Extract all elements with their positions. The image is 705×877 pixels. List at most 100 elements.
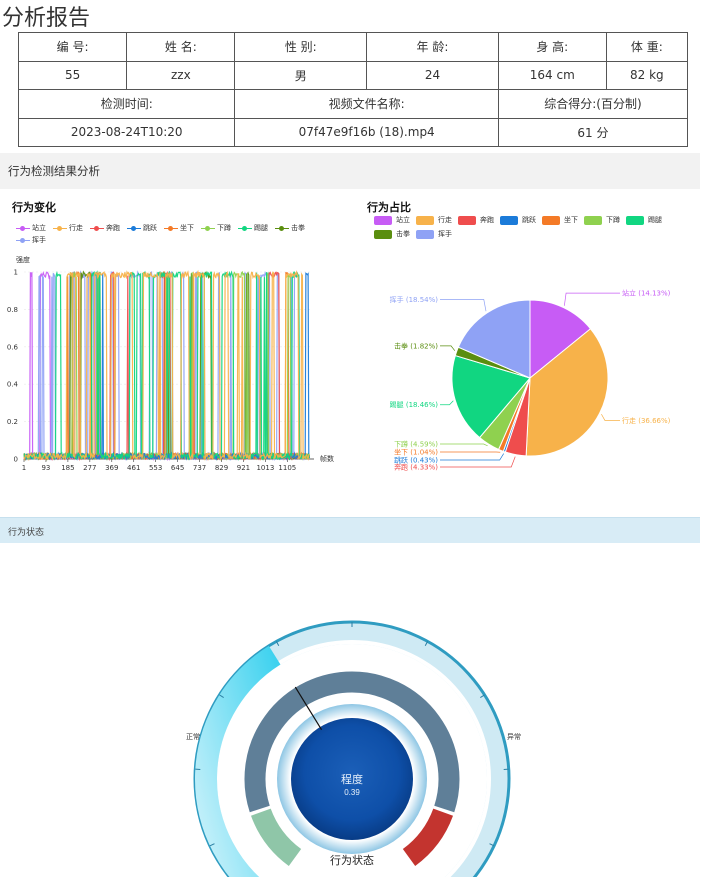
legend-label: 击拳 xyxy=(291,224,305,232)
pie-legend-label: 挥手 xyxy=(438,230,452,238)
legend-symbol xyxy=(16,237,30,244)
legend-label: 奔跑 xyxy=(106,224,120,232)
x-tick-label: 737 xyxy=(193,464,206,472)
pie-legend-item-3[interactable]: 跳跃 xyxy=(500,214,536,226)
age-header: 年 龄: xyxy=(366,32,499,62)
line-chart-legend[interactable]: 站立 行走 奔跑 跳跃 坐下 下蹲 踢腿 击拳挥手 xyxy=(16,222,346,246)
pie-label-0: 站立 (14.13%) xyxy=(622,289,671,298)
legend-item-7[interactable]: 击拳 xyxy=(275,222,305,234)
gauge-right-label: 异常 xyxy=(507,732,521,741)
x-tick-label: 921 xyxy=(237,464,250,472)
pie-legend-item-1[interactable]: 行走 xyxy=(416,214,452,226)
y-tick-label: 0 xyxy=(14,456,18,464)
legend-symbol xyxy=(16,225,30,232)
legend-symbol xyxy=(164,225,178,232)
detect-time-header: 检测时间: xyxy=(17,89,236,119)
pie-legend-label: 坐下 xyxy=(564,216,578,224)
line-chart: 强度 0 0.2 0.4 0.6 0.8 1 帧数 1 93 185 277 369 461 553 645 7… xyxy=(7,255,334,472)
legend-label: 站立 xyxy=(32,224,46,232)
x-tick-label: 645 xyxy=(171,464,184,472)
legend-item-2[interactable]: 奔跑 xyxy=(90,222,120,234)
pie-legend-symbol xyxy=(374,229,392,239)
pie-legend-item-0[interactable]: 站立 xyxy=(374,214,410,226)
info-header-row: 编 号: 姓 名: 性 别: 年 龄: 身 高: 体 重: xyxy=(17,32,689,62)
y-axis-label: 强度 xyxy=(16,255,30,264)
pie-label-6: 踢腿 (18.46%) xyxy=(390,401,439,409)
pie-label-line xyxy=(440,299,487,312)
pie-label-4: 坐下 (1.04%) xyxy=(394,448,438,457)
detect-time-value: 2023-08-24T10:20 xyxy=(17,117,236,147)
legend-label: 下蹲 xyxy=(217,224,231,232)
pie-legend-item-5[interactable]: 下蹲 xyxy=(584,214,620,226)
video-file-value: 07f47e9f16b (18).mp4 xyxy=(234,117,499,147)
age-value: 24 xyxy=(366,60,499,90)
gauge-center-label: 程度 xyxy=(341,772,363,786)
pie-legend-symbol xyxy=(500,215,518,225)
state-section-title: 行为状态 xyxy=(8,528,45,538)
legend-item-6[interactable]: 踢腿 xyxy=(238,222,268,234)
pie-legend-label: 击拳 xyxy=(396,230,410,238)
x-tick-label: 1105 xyxy=(278,464,296,472)
pie-legend-item-8[interactable]: 挥手 xyxy=(416,228,452,240)
pie-legend-label: 踢腿 xyxy=(648,216,662,224)
x-tick-label: 829 xyxy=(215,464,228,472)
pie-label-line xyxy=(440,345,456,351)
pie-label-3: 跳跃 (0.43%) xyxy=(394,456,438,465)
x-tick-label: 277 xyxy=(83,464,96,472)
pie-label-line xyxy=(601,413,620,421)
pie-label-line xyxy=(440,443,488,447)
legend-item-4[interactable]: 坐下 xyxy=(164,222,194,234)
video-file-header: 视频文件名称: xyxy=(234,89,499,119)
height-header: 身 高: xyxy=(497,32,607,62)
legend-symbol xyxy=(53,225,67,232)
state-section-header: 行为状态 xyxy=(0,517,700,543)
x-tick-label: 1013 xyxy=(256,464,274,472)
weight-header: 体 重: xyxy=(605,32,689,62)
info-value-row: 55 zzx 男 24 164 cm 82 kg xyxy=(17,60,689,90)
pie-legend-item-4[interactable]: 坐下 xyxy=(542,214,578,226)
pie-label-line xyxy=(440,456,516,468)
gauge-value: 0.39 xyxy=(344,788,360,797)
legend-item-5[interactable]: 下蹲 xyxy=(201,222,231,234)
legend-label: 挥手 xyxy=(32,236,46,244)
legend-symbol xyxy=(238,225,252,232)
legend-item-1[interactable]: 行走 xyxy=(53,222,83,234)
behavior-state-gauge: 行为状态 程度 0.39 正常 异常 xyxy=(186,620,521,877)
line-chart-title: 行为变化 xyxy=(12,201,56,214)
pie-chart-title: 行为占比 xyxy=(367,201,411,214)
legend-item-3[interactable]: 跳跃 xyxy=(127,222,157,234)
pie-label-5: 下蹲 (4.59%) xyxy=(394,440,438,449)
y-tick-label: 1 xyxy=(14,269,18,277)
x-tick-label: 93 xyxy=(41,464,50,472)
info-header-row-2: 检测时间: 视频文件名称: 综合得分:(百分制) xyxy=(17,89,689,119)
gauge-title: 行为状态 xyxy=(330,853,374,867)
pie-legend-symbol xyxy=(416,229,434,239)
x-tick-label: 1 xyxy=(22,464,26,472)
legend-label: 坐下 xyxy=(180,224,194,232)
pie-chart-legend[interactable]: 站立 行走 奔跑 跳跃 坐下 下蹲 踢腿击拳 挥手 xyxy=(374,214,694,242)
legend-label: 跳跃 xyxy=(143,224,157,232)
legend-item-0[interactable]: 站立 xyxy=(16,222,46,234)
pie-legend-label: 行走 xyxy=(438,216,452,224)
pie-legend-symbol xyxy=(626,215,644,225)
y-tick-label: 0.2 xyxy=(7,418,18,426)
pie-label-8: 挥手 (18.54%) xyxy=(390,295,439,304)
legend-symbol xyxy=(90,225,104,232)
height-value: 164 cm xyxy=(497,60,607,90)
name-value: zzx xyxy=(126,60,236,90)
score-value: 61 分 xyxy=(497,117,689,147)
weight-value: 82 kg xyxy=(605,60,689,90)
legend-item-8[interactable]: 挥手 xyxy=(16,234,46,246)
info-table: 编 号: 姓 名: 性 别: 年 龄: 身 高: 体 重: 55 zzx 男 2… xyxy=(17,32,689,147)
info-value-row-2: 2023-08-24T10:20 07f47e9f16b (18).mp4 61… xyxy=(17,117,689,147)
pie-legend-item-7[interactable]: 击拳 xyxy=(374,228,410,240)
pie-legend-item-6[interactable]: 踢腿 xyxy=(626,214,662,226)
name-header: 姓 名: xyxy=(126,32,236,62)
x-tick-label: 369 xyxy=(105,464,118,472)
id-header: 编 号: xyxy=(17,32,128,62)
pie-legend-label: 奔跑 xyxy=(480,216,494,224)
pie-label-line xyxy=(440,400,454,406)
legend-symbol xyxy=(275,225,289,232)
legend-label: 踢腿 xyxy=(254,224,268,232)
pie-legend-item-2[interactable]: 奔跑 xyxy=(458,214,494,226)
